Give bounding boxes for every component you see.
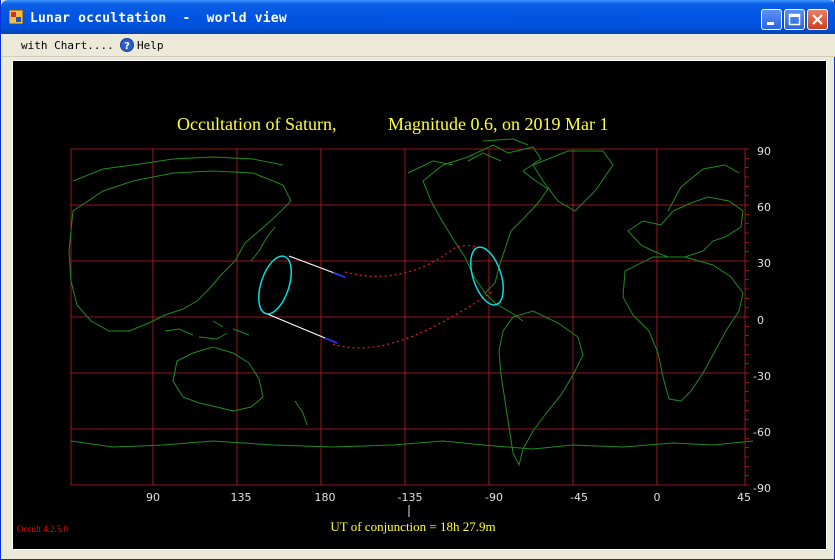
track-limit-south	[332, 290, 494, 349]
coastline-new-zealand	[294, 400, 308, 426]
coastline-indonesia	[164, 320, 250, 340]
coastline-north-america	[422, 144, 549, 294]
close-button[interactable]	[807, 9, 828, 30]
y-tick-label: -90	[753, 482, 771, 495]
coastline-scandinavia	[667, 164, 740, 212]
y-tick-label: 60	[757, 201, 771, 214]
close-icon	[812, 14, 823, 25]
maximize-button[interactable]	[784, 9, 805, 30]
x-tick-label: -135	[398, 491, 423, 504]
x-tick-label: 0	[654, 491, 661, 504]
x-tick-label: -90	[485, 491, 503, 504]
limit-line-south-blue	[324, 337, 338, 344]
menu-with-chart[interactable]: with Chart....	[21, 39, 114, 52]
minimize-button[interactable]	[761, 9, 782, 30]
x-tick-label: -45	[570, 491, 588, 504]
coastline-africa	[622, 256, 744, 402]
x-axis-labels: 90 135 180 -135 -90 -45 0 45	[146, 491, 751, 504]
version-label: Occult 4.2.5.0	[17, 524, 68, 534]
coastline-europe	[627, 196, 744, 258]
window-title: Lunar occultation - world view	[30, 11, 287, 26]
map-grid	[70, 148, 749, 486]
x-tick-label: 180	[315, 491, 336, 504]
coastline-canada-arctic	[407, 138, 529, 174]
coastline-south-america	[498, 310, 584, 467]
conjunction-time: UT of conjunction = 18h 27.9m	[330, 519, 495, 534]
y-tick-label: 90	[757, 145, 771, 158]
coastline-siberia-coast	[72, 156, 284, 182]
x-tick-label: 45	[737, 491, 751, 504]
shadow-ellipse-east	[470, 246, 504, 306]
coastline-antarctica	[70, 440, 754, 450]
coastlines	[68, 138, 754, 467]
y-tick-label: 0	[757, 314, 764, 327]
svg-text:?: ?	[124, 41, 130, 52]
help-icon[interactable]: ?	[120, 38, 134, 52]
limit-line-north-blue	[332, 272, 346, 278]
coastline-australia	[172, 346, 264, 412]
shadow-ellipse-west	[258, 255, 292, 315]
world-view-chart: Occultation of Saturn, Magnitude 0.6, on…	[12, 60, 827, 550]
app-window: Lunar occultation - world view with Char…	[0, 0, 835, 560]
y-axis-labels: 90 60 30 0 -30 -60 -90	[753, 145, 771, 495]
x-tick-label: 90	[146, 491, 160, 504]
coastline-asia	[68, 170, 292, 332]
title-bar[interactable]: Lunar occultation - world view	[1, 0, 835, 34]
chart-title-magnitude: Magnitude 0.6, on 2019 Mar 1	[388, 114, 608, 134]
menu-help[interactable]: Help	[137, 39, 164, 52]
y-tick-label: 30	[757, 257, 771, 270]
coastline-japan	[250, 226, 276, 262]
world-map-svg: Occultation of Saturn, Magnitude 0.6, on…	[17, 114, 771, 534]
minimize-icon	[767, 22, 774, 25]
chart-title-object: Occultation of Saturn,	[177, 114, 336, 134]
occultation-track	[258, 244, 504, 349]
y-tick-label: -30	[753, 370, 771, 383]
app-icon	[9, 10, 23, 24]
x-tick-label: 135	[231, 491, 252, 504]
maximize-icon	[788, 13, 801, 26]
y-tick-label: -60	[753, 426, 771, 439]
